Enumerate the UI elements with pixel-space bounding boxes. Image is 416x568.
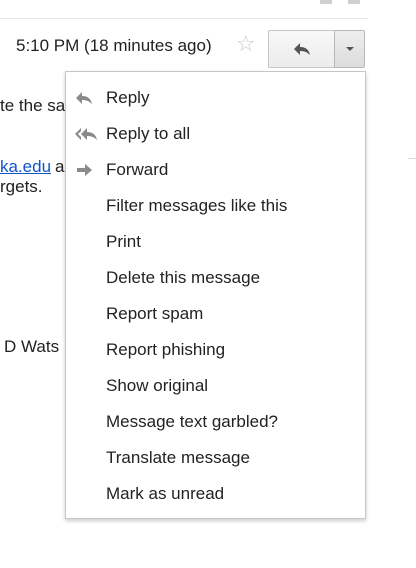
menu-item-label: Report phishing xyxy=(106,340,226,359)
reply-icon xyxy=(76,92,92,104)
menu-item-mark-unread[interactable]: Mark as unread xyxy=(66,476,365,512)
menu-item-translate[interactable]: Translate message xyxy=(66,440,365,476)
message-body-line: te the sa xyxy=(0,96,66,115)
message-timestamp: 5:10 PM (18 minutes ago) xyxy=(16,36,212,55)
menu-item-label: Mark as unread xyxy=(106,484,225,503)
menu-item-label: Filter messages like this xyxy=(106,196,288,215)
top-clipped-control xyxy=(348,0,360,4)
menu-item-label: Forward xyxy=(106,160,169,179)
link-suffix: a xyxy=(55,157,65,176)
menu-item-reply-all[interactable]: Reply to all xyxy=(66,116,365,152)
menu-item-report-spam[interactable]: Report spam xyxy=(66,296,365,332)
menu-item-label: Reply to all xyxy=(106,124,191,143)
menu-item-label: Show original xyxy=(106,376,209,395)
menu-item-label: Report spam xyxy=(106,304,204,323)
reply-arrow-icon xyxy=(293,43,310,55)
more-actions-button[interactable] xyxy=(334,30,365,68)
top-clipped-control xyxy=(320,0,332,4)
menu-item-forward[interactable]: Forward xyxy=(66,152,365,188)
email-link[interactable]: ka.edu xyxy=(0,157,51,176)
more-actions-menu: Reply Reply to all Forward Filter messag… xyxy=(65,71,366,519)
reply-button[interactable] xyxy=(268,30,334,68)
reply-all-icon xyxy=(75,128,97,140)
star-icon[interactable]: ☆ xyxy=(236,32,256,56)
top-divider xyxy=(0,18,368,19)
signature-text: D Wats xyxy=(4,337,60,356)
menu-item-label: Delete this message xyxy=(106,268,261,287)
menu-item-filter[interactable]: Filter messages like this xyxy=(66,188,365,224)
menu-item-label: Message text garbled? xyxy=(106,412,278,431)
menu-item-label: Reply xyxy=(106,88,150,107)
menu-item-text-garbled[interactable]: Message text garbled? xyxy=(66,404,365,440)
menu-item-print[interactable]: Print xyxy=(66,224,365,260)
menu-item-reply[interactable]: Reply xyxy=(66,80,365,116)
menu-item-label: Translate message xyxy=(106,448,250,467)
email-message-view: 5:10 PM (18 minutes ago) ☆ te the sa ka.… xyxy=(0,0,416,568)
menu-item-label: Print xyxy=(106,232,141,251)
menu-item-report-phishing[interactable]: Report phishing xyxy=(66,332,365,368)
menu-item-show-original[interactable]: Show original xyxy=(66,368,365,404)
menu-item-delete[interactable]: Delete this message xyxy=(66,260,365,296)
forward-icon xyxy=(77,164,92,176)
chevron-down-icon xyxy=(345,47,354,51)
message-body-line: ka.edu a xyxy=(0,157,65,177)
side-divider xyxy=(408,158,416,159)
message-body-line: rgets. xyxy=(0,177,43,196)
